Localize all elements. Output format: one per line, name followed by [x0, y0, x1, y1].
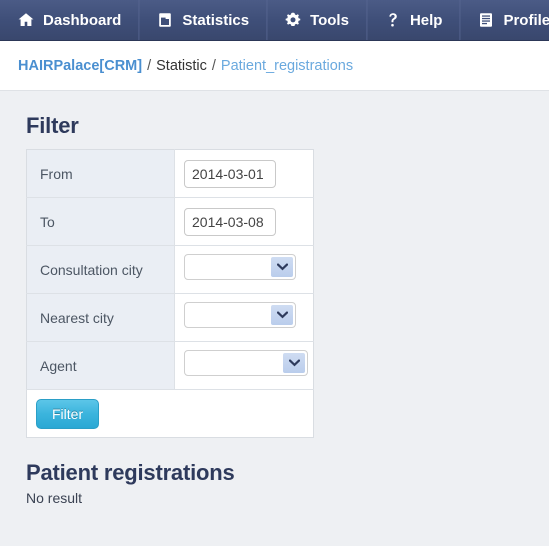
nearest-city-select[interactable]	[184, 302, 296, 328]
breadcrumb: HAIRPalace[CRM] / Statistic / Patient_re…	[0, 41, 549, 91]
page-content: Filter From To Consultation city	[0, 91, 549, 545]
chevron-down-icon[interactable]	[283, 353, 305, 373]
question-mark-icon	[384, 11, 402, 29]
filter-field-nearest-city	[174, 293, 314, 342]
breadcrumb-separator-1: /	[147, 57, 152, 74]
nav-label-statistics: Statistics	[182, 11, 250, 29]
filter-label-consultation-city: Consultation city	[26, 245, 175, 294]
nav-item-dashboard[interactable]: Dashboard	[0, 0, 140, 40]
filter-label-to: To	[26, 197, 175, 246]
chart-document-icon	[156, 11, 174, 29]
filter-row-from: From	[26, 149, 314, 198]
filter-field-consultation-city	[174, 245, 314, 294]
gear-icon	[284, 11, 302, 29]
filter-submit-button[interactable]: Filter	[36, 398, 100, 429]
filter-row-submit: Filter	[26, 389, 314, 438]
filter-field-agent	[174, 341, 314, 390]
filter-form-table: From To Consultation city	[26, 149, 314, 438]
filter-submit-cell: Filter	[26, 389, 314, 438]
filter-row-nearest-city: Nearest city	[26, 293, 314, 342]
nav-item-help[interactable]: Help	[367, 0, 461, 40]
filter-field-from	[174, 149, 314, 198]
home-icon	[17, 11, 35, 29]
results-section: Patient registrations No result	[26, 460, 523, 506]
nav-label-dashboard: Dashboard	[43, 11, 122, 29]
to-date-input[interactable]	[184, 207, 276, 236]
filter-field-to	[174, 197, 314, 246]
breadcrumb-item-current[interactable]: Patient_registrations	[221, 58, 353, 74]
results-empty-message: No result	[26, 490, 83, 506]
filter-label-from: From	[26, 149, 175, 198]
document-list-icon	[477, 11, 495, 29]
nav-label-tools: Tools	[310, 11, 349, 29]
nav-label-help: Help	[409, 11, 443, 29]
nav-item-statistics[interactable]: Statistics	[139, 0, 268, 40]
filter-label-agent: Agent	[26, 341, 175, 390]
filter-row-to: To	[26, 197, 314, 246]
chevron-down-icon[interactable]	[271, 257, 293, 277]
breadcrumb-item-statistic: Statistic	[156, 57, 207, 74]
filter-row-consultation-city: Consultation city	[26, 245, 314, 294]
breadcrumb-separator-2: /	[211, 57, 216, 74]
agent-select[interactable]	[184, 350, 308, 376]
filter-label-nearest-city: Nearest city	[26, 293, 175, 342]
consultation-city-select[interactable]	[184, 254, 296, 280]
nav-item-tools[interactable]: Tools	[267, 0, 367, 40]
nav-item-profile[interactable]: Profile	[460, 0, 549, 40]
breadcrumb-brand[interactable]: HAIRPalace[CRM]	[18, 58, 142, 74]
results-title: Patient registrations	[26, 460, 235, 485]
filter-row-agent: Agent	[26, 341, 314, 390]
from-date-input[interactable]	[184, 159, 276, 188]
filter-section-title: Filter	[26, 113, 79, 138]
main-navigation-bar: Dashboard Statistics Tools Help Profile	[0, 0, 549, 41]
chevron-down-icon[interactable]	[271, 305, 293, 325]
nav-label-profile: Profile	[503, 11, 549, 29]
